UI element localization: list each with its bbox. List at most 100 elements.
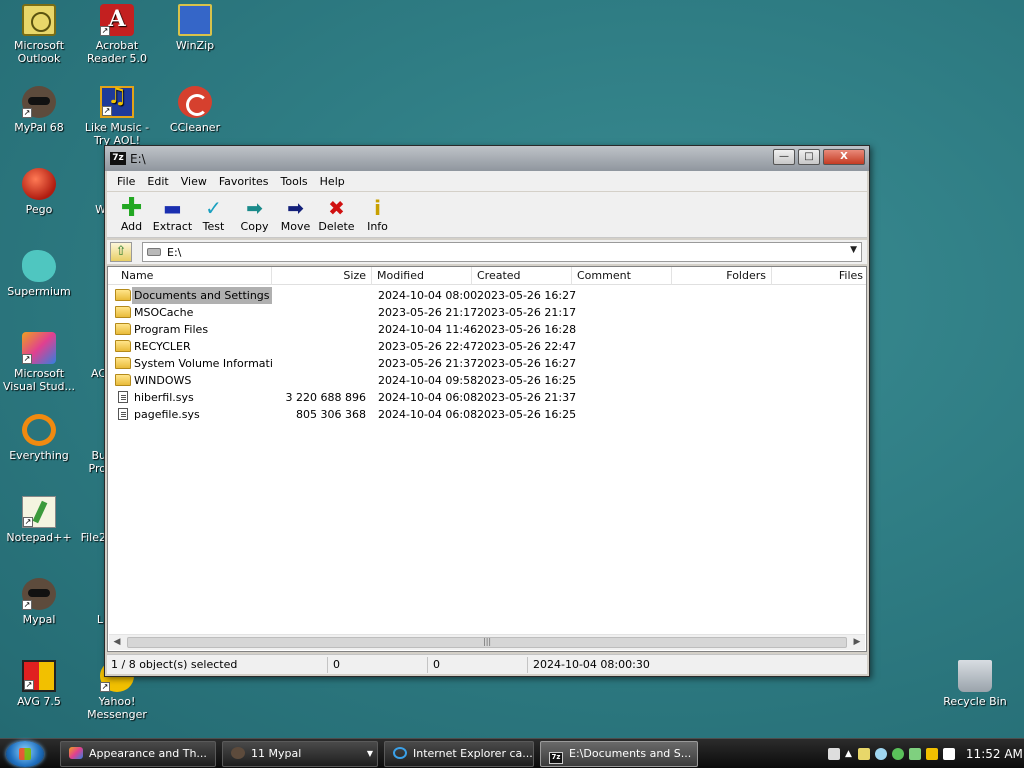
desktop-icon-label: Microsoft Visual Stud... — [2, 367, 76, 393]
desktop-icon-partial[interactable]: File2 — [78, 496, 106, 544]
desktop-icon-label: Recycle Bin — [943, 695, 1007, 708]
extract-button[interactable]: ▬ Extract — [152, 192, 193, 237]
taskbar-button-label: Appearance and Th... — [89, 747, 207, 760]
info-icon: i — [374, 196, 381, 220]
clock[interactable]: 11:52 AM — [966, 747, 1023, 761]
desktop-icon-visual-studio[interactable]: ↗ Microsoft Visual Stud... — [0, 332, 78, 393]
mypal-icon: ↗ — [22, 86, 56, 118]
menu-tools[interactable]: Tools — [275, 175, 314, 188]
table-row[interactable]: MSOCache 2023-05-26 21:17 2023-05-26 21:… — [108, 304, 866, 321]
info-button[interactable]: i Info — [357, 192, 398, 237]
column-header-files[interactable]: Files — [772, 267, 866, 285]
7zip-app-icon[interactable]: 7z — [110, 152, 126, 165]
desktop-icon-partial[interactable]: Li — [78, 578, 106, 626]
delete-button[interactable]: ✖ Delete — [316, 192, 357, 237]
file-modified: 2024-10-04 11:46 — [378, 323, 478, 336]
keyboard-icon[interactable] — [828, 748, 840, 760]
test-button[interactable]: ✓ Test — [193, 192, 234, 237]
menu-file[interactable]: File — [111, 175, 141, 188]
title-bar[interactable]: 7z E:\ — □ X — [105, 146, 869, 171]
column-header-name[interactable]: Name — [116, 267, 272, 285]
desktop-icon-label: File2 — [80, 531, 106, 544]
desktop-icon-mypal[interactable]: ↗ Mypal — [0, 578, 78, 626]
column-header-modified[interactable]: Modified — [372, 267, 472, 285]
up-folder-button[interactable]: ⇧ — [110, 242, 132, 262]
move-button[interactable]: ➡ Move — [275, 192, 316, 237]
desktop-icon-partial[interactable]: Bu Pro — [78, 414, 106, 475]
folder-icon — [115, 289, 131, 301]
table-row[interactable]: System Volume Informati... 2023-05-26 21… — [108, 355, 866, 372]
desktop-icon-label: CCleaner — [169, 121, 221, 134]
desktop-icon-aol-music[interactable]: ↗ Like Music - Try AOL! — [78, 86, 156, 147]
desktop-icon-notepad-plus-plus[interactable]: ↗ Notepad++ — [0, 496, 78, 544]
scroll-right-icon[interactable]: ▶ — [851, 637, 863, 647]
folder-icon — [115, 306, 131, 318]
desktop-icon-ccleaner[interactable]: CCleaner — [156, 86, 234, 134]
extract-button-label: Extract — [152, 220, 193, 233]
desktop-icon-label: Microsoft Outlook — [13, 39, 65, 65]
add-button[interactable]: ✚ Add — [111, 192, 152, 237]
copy-button[interactable]: ➡ Copy — [234, 192, 275, 237]
path-combobox[interactable]: E:\ ▼ — [142, 242, 862, 262]
outlook-icon — [22, 4, 56, 36]
file-created: 2023-05-26 16:27 — [477, 357, 577, 370]
desktop-icon-acrobat-reader[interactable]: ↗ Acrobat Reader 5.0 — [78, 4, 156, 65]
table-row[interactable]: hiberfil.sys 3 220 688 896 2024-10-04 06… — [108, 389, 866, 406]
file-list[interactable]: Name Size Modified Created Comment Folde… — [107, 266, 867, 652]
maximize-button[interactable]: □ — [798, 149, 820, 165]
window-controls: — □ X — [770, 149, 865, 165]
notification-icon[interactable] — [857, 748, 870, 760]
column-header-created[interactable]: Created — [472, 267, 572, 285]
table-row[interactable]: RECYCLER 2023-05-26 22:47 2023-05-26 22:… — [108, 338, 866, 355]
column-header-comment[interactable]: Comment — [572, 267, 672, 285]
taskbar-button-mypal[interactable]: 11 Mypal ▼ — [222, 741, 378, 767]
test-button-label: Test — [202, 220, 225, 233]
horizontal-scrollbar[interactable]: ◀ ||| ▶ — [109, 634, 865, 650]
desktop-icon-avg[interactable]: ↗ AVG 7.5 — [0, 660, 78, 708]
chevron-up-icon[interactable]: ▲ — [845, 749, 852, 759]
column-header-folders[interactable]: Folders — [672, 267, 772, 285]
menu-view[interactable]: View — [175, 175, 213, 188]
drive-icon — [147, 248, 161, 256]
status-datetime: 2024-10-04 08:00:30 — [533, 658, 650, 671]
desktop-icon-mypal-68[interactable]: ↗ MyPal 68 — [0, 86, 78, 134]
chevron-down-icon[interactable]: ▼ — [850, 245, 857, 255]
chevron-down-icon[interactable]: ▼ — [367, 742, 373, 766]
taskbar-button-7zip[interactable]: 7z E:\Documents and S... — [540, 741, 698, 767]
update-icon[interactable] — [891, 748, 904, 760]
display-icon[interactable] — [942, 748, 955, 760]
desktop-icon-winzip[interactable]: WinZip — [156, 4, 234, 52]
table-row[interactable]: pagefile.sys 805 306 368 2024-10-04 06:0… — [108, 406, 866, 423]
desktop-icon-partial[interactable]: W — [78, 168, 106, 216]
file-manager-window: 7z E:\ — □ X File Edit View Favorites To… — [104, 145, 870, 677]
security-icon[interactable] — [908, 748, 921, 760]
menu-favorites[interactable]: Favorites — [213, 175, 275, 188]
file-size: 805 306 368 — [296, 408, 366, 421]
table-row[interactable]: Documents and Settings 2024-10-04 08:00 … — [108, 287, 866, 304]
column-header-size[interactable]: Size — [272, 267, 372, 285]
scroll-left-icon[interactable]: ◀ — [111, 637, 123, 647]
menu-edit[interactable]: Edit — [141, 175, 174, 188]
taskbar-button-label: E:\Documents and S... — [569, 747, 692, 760]
table-row[interactable]: Program Files 2024-10-04 11:46 2023-05-2… — [108, 321, 866, 338]
desktop-icon-recycle-bin[interactable]: Recycle Bin — [936, 660, 1014, 708]
desktop-icon-everything[interactable]: Everything — [0, 414, 78, 462]
desktop-icon-label: Bu Pro — [88, 449, 106, 475]
status-separator — [427, 657, 428, 673]
menu-help[interactable]: Help — [314, 175, 351, 188]
close-button[interactable]: X — [823, 149, 865, 165]
tool-icon[interactable] — [925, 748, 938, 760]
table-row[interactable]: WINDOWS 2024-10-04 09:58 2023-05-26 16:2… — [108, 372, 866, 389]
taskbar-button-internet-explorer[interactable]: Internet Explorer ca... — [384, 741, 534, 767]
start-button[interactable] — [6, 741, 44, 767]
minimize-button[interactable]: — — [773, 149, 795, 165]
scrollbar-thumb[interactable]: ||| — [127, 637, 847, 648]
delete-icon: ✖ — [328, 196, 345, 220]
everything-icon — [22, 414, 56, 446]
network-icon[interactable] — [874, 748, 887, 760]
taskbar-button-appearance[interactable]: Appearance and Th... — [60, 741, 216, 767]
desktop-icon-supermium[interactable]: Supermium — [0, 250, 78, 298]
desktop-icon-partial[interactable]: AC — [78, 332, 106, 380]
desktop-icon-outlook[interactable]: Microsoft Outlook — [0, 4, 78, 65]
desktop-icon-pego[interactable]: Pego — [0, 168, 78, 216]
